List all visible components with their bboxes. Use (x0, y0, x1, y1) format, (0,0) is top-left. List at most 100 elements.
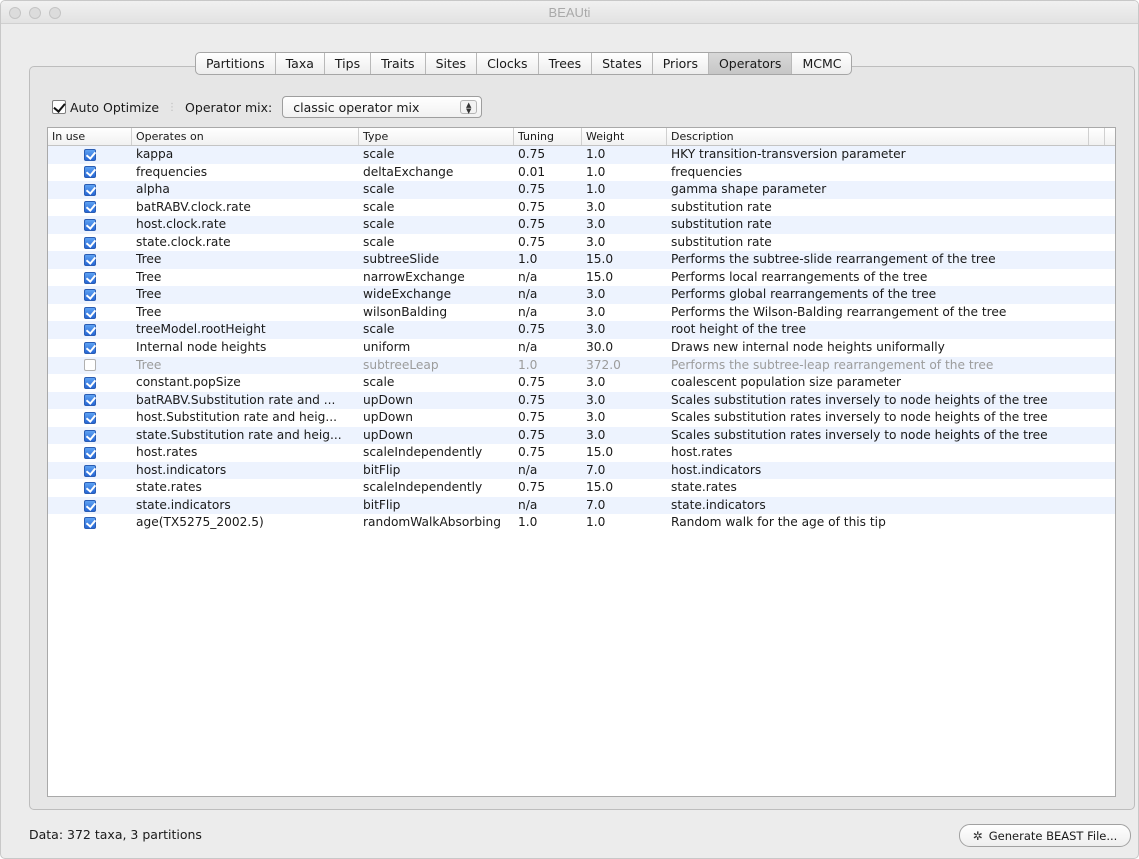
tuning-cell[interactable]: 0.75 (514, 181, 582, 199)
in-use-checkbox[interactable] (84, 289, 96, 302)
operates-on-cell[interactable]: Tree (132, 357, 359, 375)
weight-cell[interactable]: 3.0 (582, 286, 667, 304)
column-header-operates-on[interactable]: Operates on (132, 128, 359, 145)
operates-on-cell[interactable]: host.indicators (132, 462, 359, 480)
operates-on-cell[interactable]: constant.popSize (132, 374, 359, 392)
type-cell[interactable]: wideExchange (359, 286, 514, 304)
tuning-cell[interactable]: 0.75 (514, 234, 582, 252)
tuning-cell[interactable]: n/a (514, 339, 582, 357)
weight-cell[interactable]: 3.0 (582, 304, 667, 322)
tuning-cell[interactable]: 0.75 (514, 199, 582, 217)
table-row[interactable]: batRABV.clock.rate scale 0.75 3.0 substituti… (48, 199, 1115, 217)
description-cell[interactable]: state.rates (667, 479, 1089, 497)
description-cell[interactable]: Performs the subtree-leap rearrangement … (667, 357, 1089, 375)
operates-on-cell[interactable]: Tree (132, 286, 359, 304)
in-use-checkbox[interactable] (84, 254, 96, 267)
description-cell[interactable]: host.indicators (667, 462, 1089, 480)
type-cell[interactable]: scale (359, 321, 514, 339)
table-row[interactable]: Tree wideExchange n/a 3.0 Performs global re… (48, 286, 1115, 304)
type-cell[interactable]: scale (359, 234, 514, 252)
type-cell[interactable]: randomWalkAbsorbing (359, 514, 514, 532)
table-row[interactable]: host.rates scaleIndependently 0.75 15.0 host… (48, 444, 1115, 462)
in-use-checkbox[interactable] (84, 166, 96, 179)
description-cell[interactable]: Scales substitution rates inversely to n… (667, 427, 1089, 445)
table-row[interactable]: state.indicators bitFlip n/a 7.0 state.indic… (48, 496, 1115, 515)
weight-cell[interactable]: 3.0 (582, 409, 667, 427)
description-cell[interactable]: Scales substitution rates inversely to n… (667, 392, 1089, 410)
description-cell[interactable]: root height of the tree (667, 321, 1089, 339)
in-use-checkbox[interactable] (84, 341, 96, 354)
column-header-in-use[interactable]: In use (48, 128, 132, 145)
description-cell[interactable]: coalescent population size parameter (667, 374, 1089, 392)
operates-on-cell[interactable]: Internal node heights (132, 339, 359, 357)
weight-cell[interactable]: 30.0 (582, 339, 667, 357)
operates-on-cell[interactable]: batRABV.clock.rate (132, 199, 359, 217)
in-use-checkbox[interactable] (84, 324, 96, 337)
table-row[interactable]: host.Substitution rate and heig... upDown… (48, 409, 1115, 427)
type-cell[interactable]: bitFlip (359, 497, 514, 515)
table-row[interactable]: constant.popSize scale 0.75 3.0 coalescent p… (48, 374, 1115, 392)
generate-beast-file-button[interactable]: ✲ Generate BEAST File... (959, 824, 1131, 847)
type-cell[interactable]: scale (359, 181, 514, 199)
in-use-checkbox[interactable] (84, 236, 96, 249)
operates-on-cell[interactable]: Tree (132, 251, 359, 269)
operates-on-cell[interactable]: host.rates (132, 444, 359, 462)
tuning-cell[interactable]: 1.0 (514, 514, 582, 532)
in-use-checkbox[interactable] (84, 218, 96, 231)
table-row[interactable]: alpha scale 0.75 1.0 gamma shape parameter (48, 181, 1115, 199)
weight-cell[interactable]: 1.0 (582, 164, 667, 182)
weight-cell[interactable]: 15.0 (582, 444, 667, 462)
in-use-checkbox[interactable] (84, 464, 96, 477)
operates-on-cell[interactable]: age(TX5275_2002.5) (132, 514, 359, 532)
description-cell[interactable]: Scales substitution rates inversely to n… (667, 409, 1089, 427)
description-cell[interactable]: gamma shape parameter (667, 181, 1089, 199)
operates-on-cell[interactable]: state.indicators (132, 497, 359, 515)
tuning-cell[interactable]: n/a (514, 269, 582, 287)
operates-on-cell[interactable]: alpha (132, 181, 359, 199)
tuning-cell[interactable]: 0.75 (514, 392, 582, 410)
in-use-checkbox[interactable] (84, 306, 96, 319)
description-cell[interactable]: substitution rate (667, 234, 1089, 252)
operates-on-cell[interactable]: state.rates (132, 479, 359, 497)
type-cell[interactable]: bitFlip (359, 462, 514, 480)
tab-partitions[interactable]: Partitions (196, 53, 275, 74)
tuning-cell[interactable]: n/a (514, 462, 582, 480)
description-cell[interactable]: Performs the Wilson-Balding rearrangemen… (667, 304, 1089, 322)
table-row[interactable]: state.clock.rate scale 0.75 3.0 substitution… (48, 234, 1115, 252)
tuning-cell[interactable]: n/a (514, 286, 582, 304)
weight-cell[interactable]: 1.0 (582, 146, 667, 164)
type-cell[interactable]: upDown (359, 409, 514, 427)
weight-cell[interactable]: 3.0 (582, 234, 667, 252)
weight-cell[interactable]: 372.0 (582, 357, 667, 375)
tab-tips[interactable]: Tips (323, 53, 370, 74)
table-row[interactable]: batRABV.Substitution rate and ... upDown 0… (48, 391, 1115, 410)
type-cell[interactable]: wilsonBalding (359, 304, 514, 322)
tab-clocks[interactable]: Clocks (476, 53, 537, 74)
weight-cell[interactable]: 7.0 (582, 497, 667, 515)
in-use-checkbox[interactable] (84, 201, 96, 214)
type-cell[interactable]: upDown (359, 427, 514, 445)
in-use-checkbox[interactable] (84, 394, 96, 407)
weight-cell[interactable]: 3.0 (582, 321, 667, 339)
operates-on-cell[interactable]: state.Substitution rate and heig... (132, 427, 359, 445)
type-cell[interactable]: subtreeLeap (359, 357, 514, 375)
in-use-checkbox[interactable] (84, 517, 96, 530)
tab-states[interactable]: States (591, 53, 652, 74)
weight-cell[interactable]: 15.0 (582, 269, 667, 287)
type-cell[interactable]: scale (359, 199, 514, 217)
operates-on-cell[interactable]: Tree (132, 304, 359, 322)
tab-operators[interactable]: Operators (707, 53, 792, 74)
operates-on-cell[interactable]: state.clock.rate (132, 234, 359, 252)
weight-cell[interactable]: 3.0 (582, 216, 667, 234)
column-header-description[interactable]: Description (667, 128, 1089, 145)
operates-on-cell[interactable]: frequencies (132, 164, 359, 182)
tab-mcmc[interactable]: MCMC (791, 53, 851, 74)
weight-cell[interactable]: 1.0 (582, 514, 667, 532)
column-header-tuning[interactable]: Tuning (514, 128, 582, 145)
type-cell[interactable]: scale (359, 374, 514, 392)
tab-sites[interactable]: Sites (424, 53, 477, 74)
table-row[interactable]: Tree narrowExchange n/a 15.0 Performs local … (48, 269, 1115, 287)
type-cell[interactable]: scale (359, 146, 514, 164)
tuning-cell[interactable]: 0.75 (514, 216, 582, 234)
weight-cell[interactable]: 1.0 (582, 181, 667, 199)
